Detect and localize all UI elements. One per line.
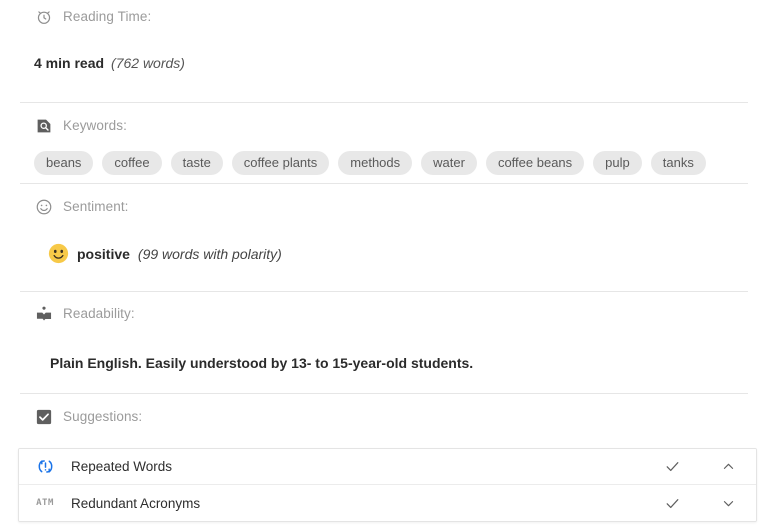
suggestions-label: Suggestions: — [63, 409, 143, 425]
keywords-label: Keywords: — [63, 118, 127, 134]
check-icon[interactable] — [644, 495, 700, 512]
sentiment-value-row: positive (99 words with polarity) — [48, 243, 767, 264]
keyword-chip-list: beans coffee taste coffee plants methods… — [34, 151, 767, 175]
chevron-up-icon[interactable] — [700, 459, 756, 474]
sentiment-value: positive — [77, 245, 130, 262]
divider-after-sentiment — [20, 291, 748, 292]
suggestion-name: Redundant Acronyms — [71, 495, 201, 511]
suggestion-name: Repeated Words — [71, 459, 173, 474]
alarm-clock-icon — [34, 7, 54, 27]
readability-section: Readability: Plain English. Easily under… — [0, 297, 767, 371]
reading-time-value-row: 4 min read (762 words) — [34, 55, 767, 71]
check-icon[interactable] — [644, 458, 700, 475]
keyword-chip[interactable]: tanks — [650, 151, 706, 175]
sentiment-label: Sentiment: — [63, 199, 129, 215]
keyword-chip[interactable]: methods — [338, 151, 413, 175]
divider-after-keywords — [20, 183, 748, 184]
reading-time-value: 4 min read — [34, 55, 105, 71]
suggestions-list: Repeated Words ATM Redundant Acronyms — [18, 448, 757, 522]
sentiment-header: Sentiment: — [34, 190, 767, 224]
chevron-down-icon[interactable] — [700, 496, 756, 511]
keywords-header: Keywords: — [34, 109, 767, 143]
reading-time-word-count: (762 words) — [111, 55, 185, 71]
reading-time-section: Reading Time: 4 min read (762 words) — [0, 0, 767, 71]
atm-acronym-text: ATM — [36, 498, 54, 508]
checkbox-checked-icon — [34, 407, 54, 427]
keyword-chip[interactable]: taste — [170, 151, 223, 175]
keywords-section: Keywords: beans coffee taste coffee plan… — [0, 109, 767, 175]
sentiment-polarity-count: (99 words with polarity) — [137, 245, 282, 262]
smiley-face-icon — [34, 197, 54, 217]
suggestions-header: Suggestions: — [34, 400, 767, 434]
reading-time-label: Reading Time: — [63, 9, 152, 25]
divider-after-readability — [20, 393, 748, 394]
text-analysis-panel: Reading Time: 4 min read (762 words) Key… — [0, 0, 767, 525]
atm-acronym-icon: ATM — [19, 498, 71, 508]
keyword-chip[interactable]: water — [421, 151, 477, 175]
divider-after-reading-time — [20, 102, 748, 103]
suggestions-section: Suggestions: — [0, 400, 767, 434]
reading-time-header: Reading Time: — [34, 0, 767, 34]
readability-value: Plain English. Easily understood by 13- … — [50, 355, 474, 371]
readability-header: Readability: — [34, 297, 767, 331]
keyword-chip[interactable]: coffee plants — [231, 151, 330, 175]
keyword-chip[interactable]: coffee — [102, 151, 162, 175]
slightly-smiling-face-emoji — [48, 243, 69, 264]
open-book-icon — [34, 304, 54, 324]
suggestion-row-repeated-words[interactable]: Repeated Words — [19, 449, 756, 485]
keyword-chip[interactable]: pulp — [593, 151, 642, 175]
suggestion-row-redundant-acronyms[interactable]: ATM Redundant Acronyms — [19, 485, 756, 521]
repeat-warning-icon — [19, 457, 71, 476]
keyword-chip[interactable]: coffee beans — [485, 151, 585, 175]
readability-label: Readability: — [63, 306, 135, 322]
sentiment-section: Sentiment: positive (99 words with polar… — [0, 190, 767, 264]
keyword-search-icon — [34, 116, 54, 136]
keyword-chip[interactable]: beans — [34, 151, 94, 175]
